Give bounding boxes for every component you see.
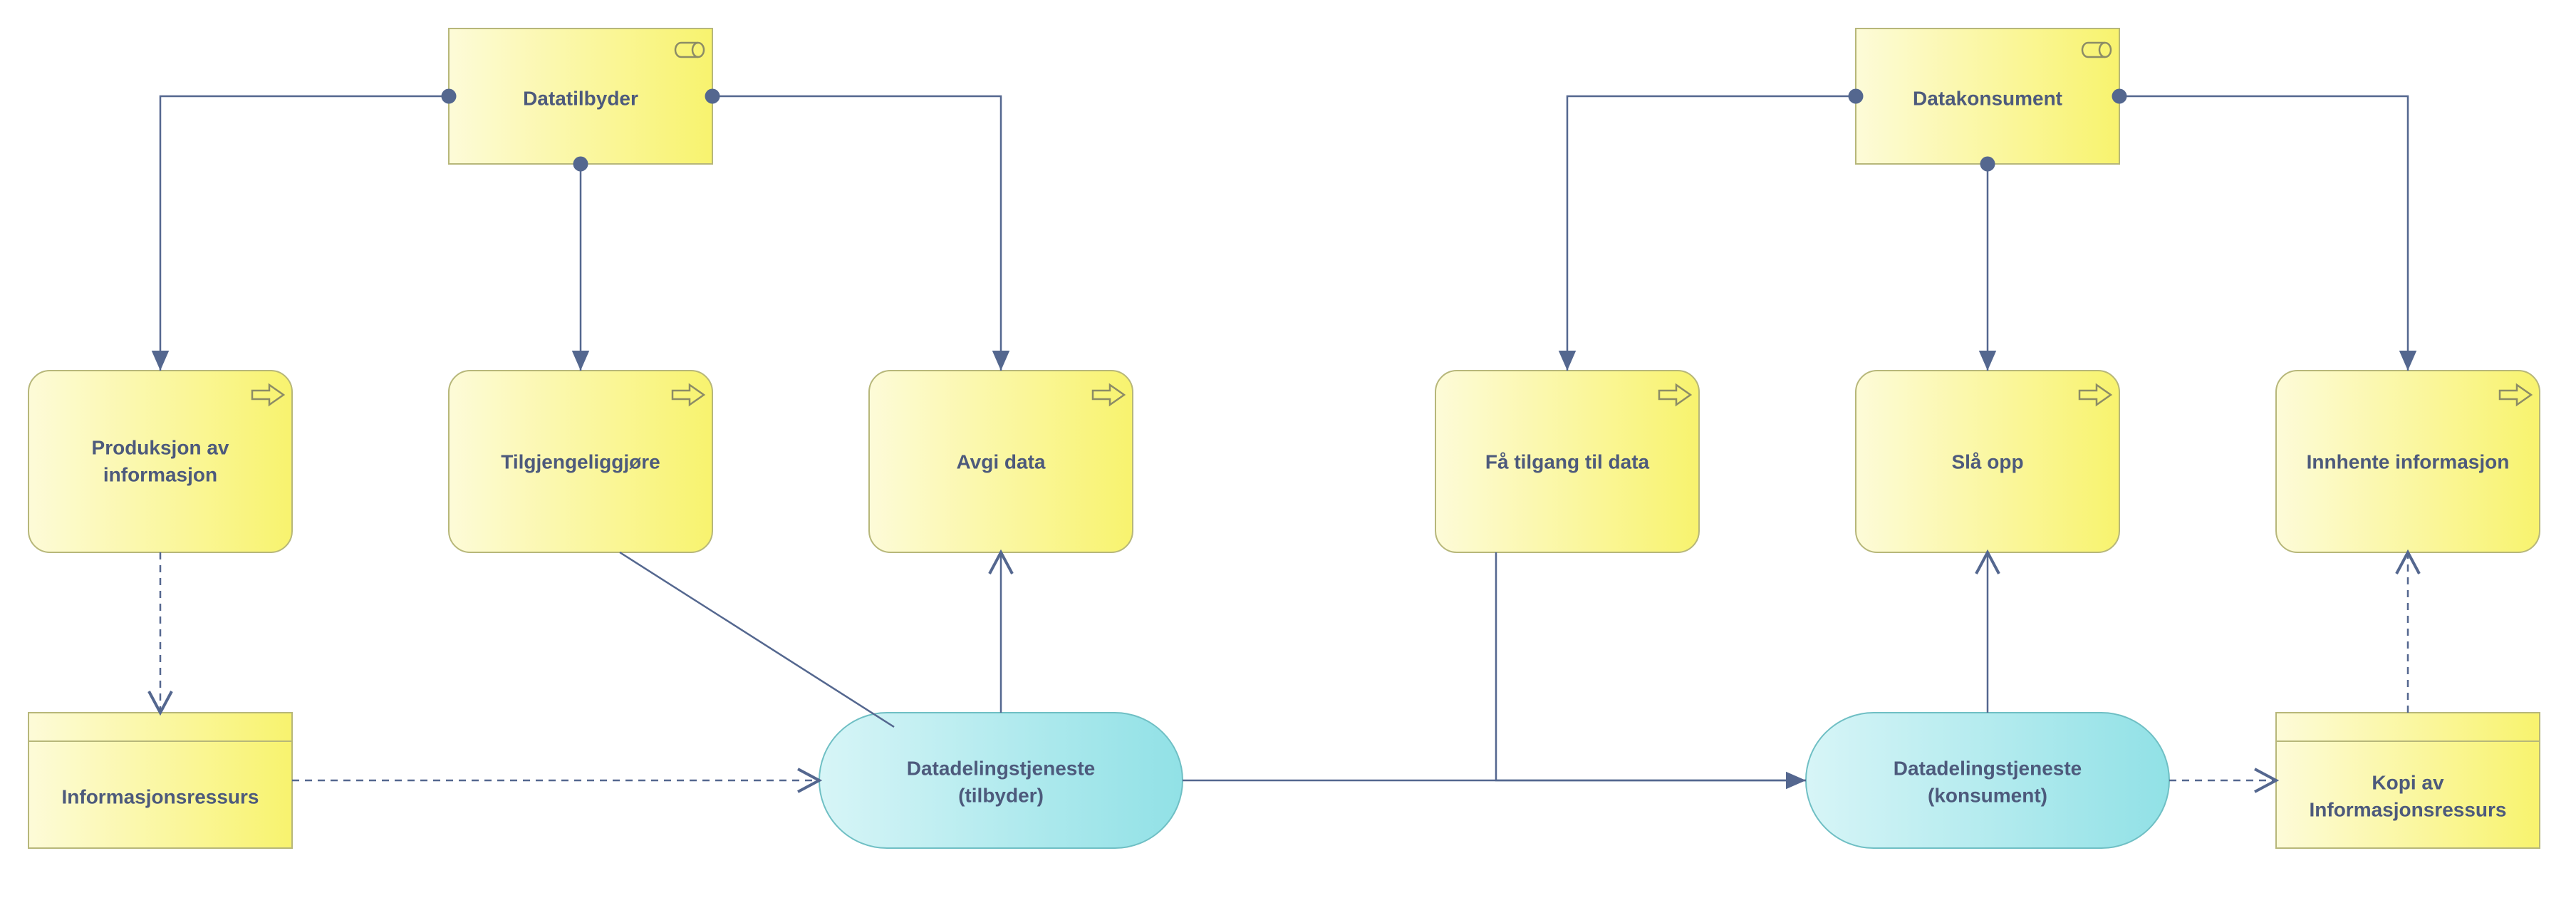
label-produksjon-2: informasjon: [103, 463, 217, 485]
node-datatilbyder: Datatilbyder: [449, 29, 712, 164]
node-dds-tilbyder: Datadelingstjeneste (tilbyder): [819, 713, 1183, 848]
edge-datatilbyder-avgi: [712, 96, 1001, 371]
label-kopi-2: Informasjonsressurs: [2310, 798, 2507, 820]
node-informasjonsressurs: Informasjonsressurs: [28, 713, 292, 848]
node-kopi: Kopi av Informasjonsressurs: [2276, 713, 2540, 848]
edge-datakonsument-innhente: [2119, 96, 2408, 371]
label-dds-tilbyder-1: Datadelingstjeneste: [907, 757, 1096, 779]
label-datakonsument: Datakonsument: [1913, 87, 2062, 109]
edge-tilgjengelig-ddstilbyder: [620, 552, 894, 727]
node-avgi: Avgi data: [869, 371, 1133, 552]
label-tilgjengelig: Tilgjengeliggjøre: [501, 450, 660, 473]
label-dds-konsument-2: (konsument): [1928, 784, 2047, 806]
label-fa-tilgang: Få tilgang til data: [1485, 450, 1650, 473]
label-datatilbyder: Datatilbyder: [523, 87, 638, 109]
edge-datakonsument-fatilgang: [1567, 96, 1856, 371]
label-sla-opp: Slå opp: [1951, 450, 2023, 473]
node-produksjon: Produksjon av informasjon: [28, 371, 292, 552]
node-dds-konsument: Datadelingstjeneste (konsument): [1806, 713, 2169, 848]
node-sla-opp: Slå opp: [1856, 371, 2119, 552]
label-innhente: Innhente informasjon: [2307, 450, 2510, 473]
node-datakonsument: Datakonsument: [1856, 29, 2119, 164]
node-tilgjengelig: Tilgjengeliggjøre: [449, 371, 712, 552]
archimate-diagram: .node-stroke { stroke:#b7b77a; stroke-wi…: [0, 0, 2576, 898]
label-informasjonsressurs: Informasjonsressurs: [62, 785, 259, 807]
label-dds-konsument-1: Datadelingstjeneste: [1894, 757, 2082, 779]
node-fa-tilgang: Få tilgang til data: [1435, 371, 1699, 552]
edge-datatilbyder-produksjon: [160, 96, 449, 371]
edge-fatilgang-ddskonsument: [1496, 552, 1806, 780]
label-dds-tilbyder-2: (tilbyder): [958, 784, 1044, 806]
label-kopi-1: Kopi av: [2372, 771, 2444, 793]
label-avgi: Avgi data: [957, 450, 1046, 473]
node-innhente: Innhente informasjon: [2276, 371, 2540, 552]
label-produksjon-1: Produksjon av: [92, 436, 229, 458]
